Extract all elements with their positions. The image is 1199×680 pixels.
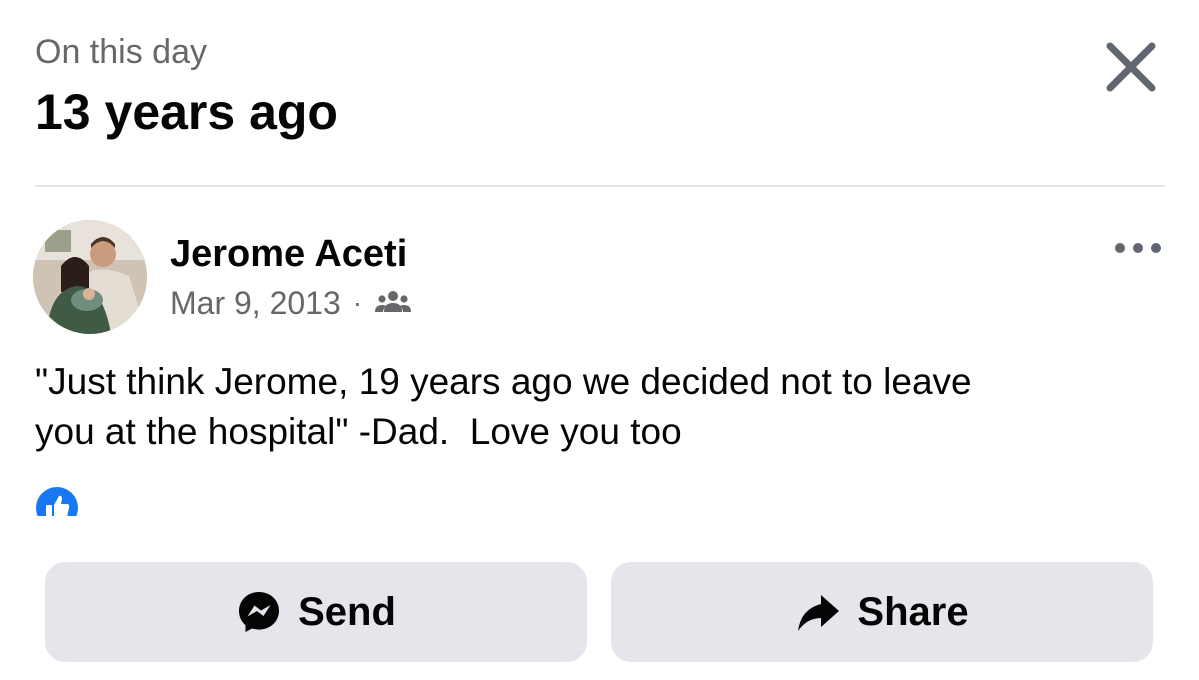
author-name[interactable]: Jerome Aceti	[170, 230, 407, 278]
header-divider	[35, 185, 1165, 187]
share-label: Share	[857, 589, 969, 634]
close-icon	[1106, 42, 1156, 92]
memory-subtitle: On this day	[35, 33, 207, 71]
like-icon	[36, 487, 78, 516]
like-reaction[interactable]	[35, 486, 79, 516]
messenger-icon	[239, 592, 280, 632]
share-arrow-icon	[798, 595, 840, 631]
send-label: Send	[298, 589, 396, 634]
avatar-photo	[33, 220, 147, 334]
more-options-button[interactable]	[1110, 232, 1166, 264]
meta-separator: ·	[352, 287, 363, 318]
author-avatar[interactable]	[33, 220, 147, 334]
post-text: "Just think Jerome, 19 years ago we deci…	[35, 361, 972, 452]
friends-icon[interactable]	[374, 288, 412, 318]
send-button[interactable]: Send	[45, 562, 587, 662]
share-button[interactable]: Share	[611, 562, 1153, 662]
memory-title: 13 years ago	[35, 84, 338, 140]
post-meta: Mar 9, 2013 ·	[170, 282, 412, 324]
close-button[interactable]	[1098, 34, 1164, 100]
post-date[interactable]: Mar 9, 2013	[170, 285, 341, 322]
more-options-icon	[1115, 243, 1161, 253]
